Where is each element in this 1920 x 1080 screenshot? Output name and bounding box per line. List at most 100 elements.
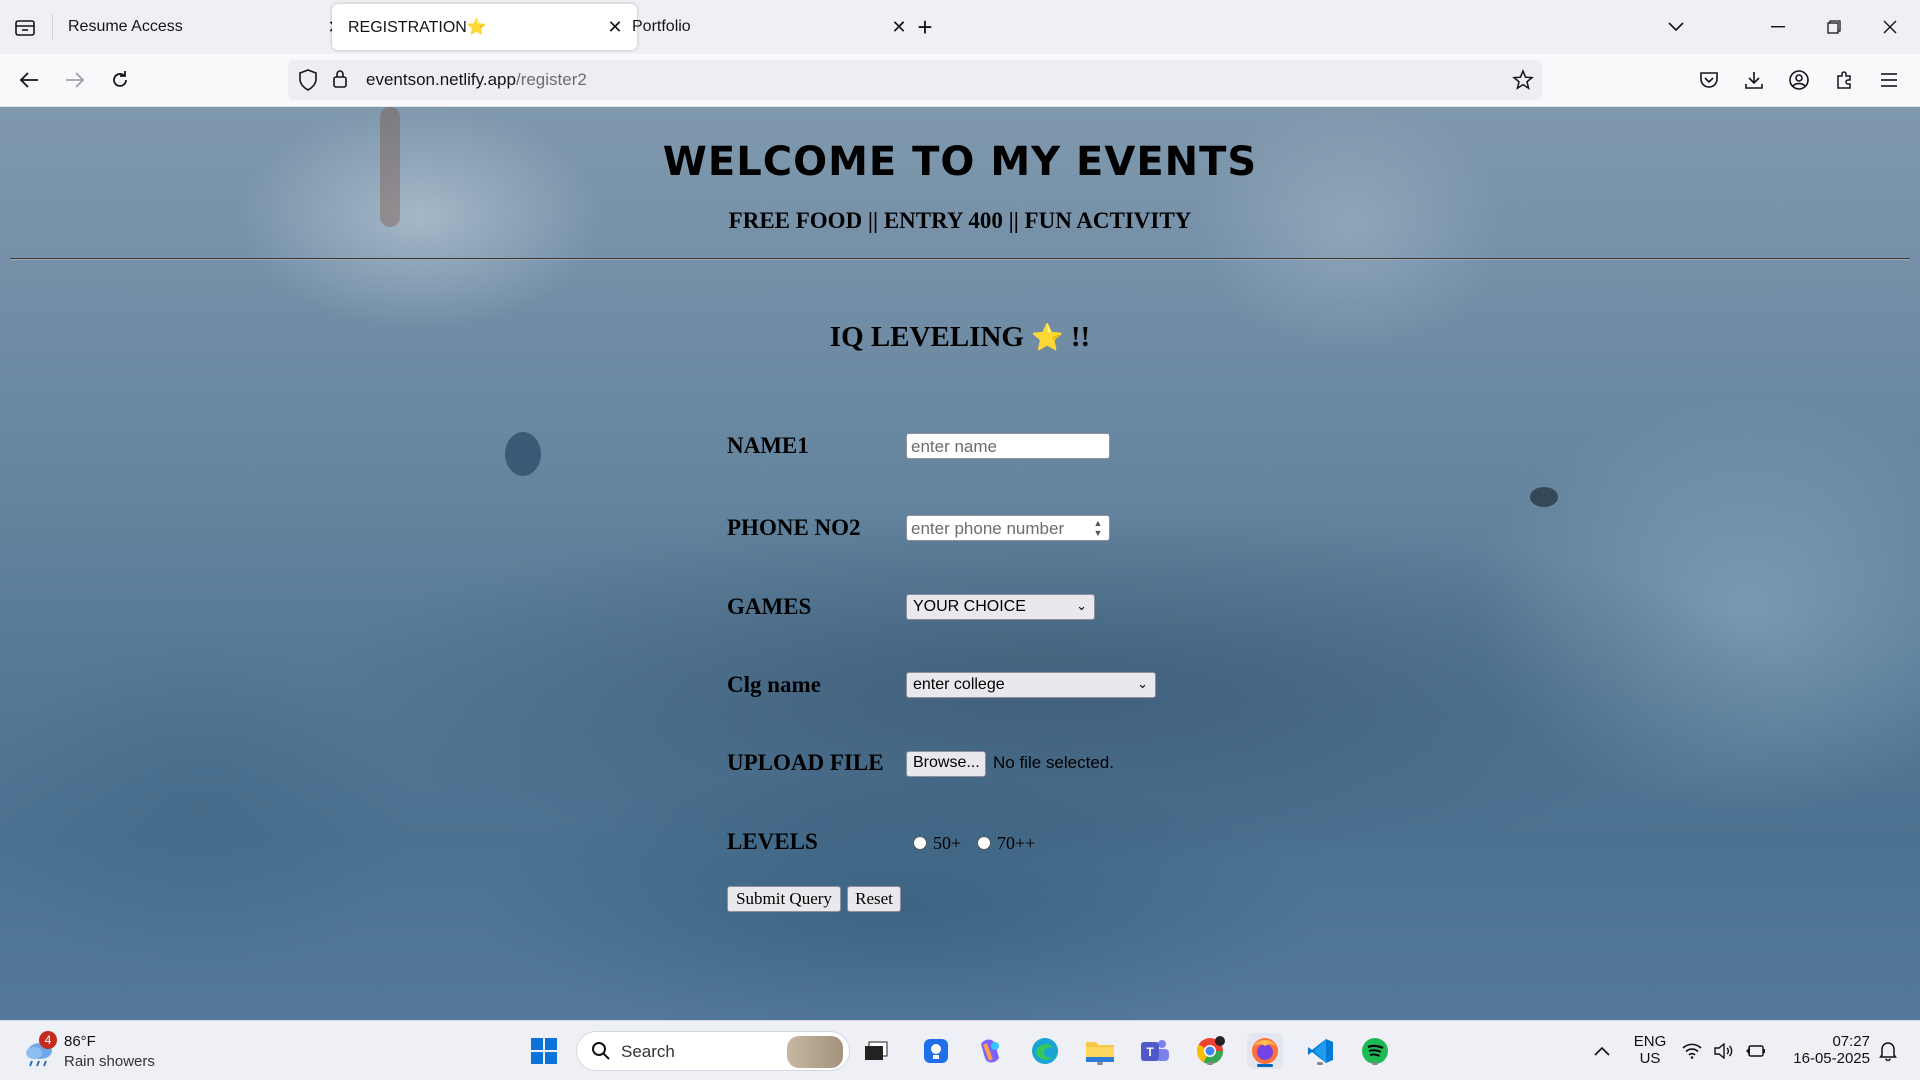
- chevron-down-icon[interactable]: [1654, 12, 1698, 42]
- url-bar[interactable]: eventson.netlify.app/register2: [288, 60, 1542, 100]
- tab-registration[interactable]: REGISTRATION⭐ ✕: [332, 4, 637, 50]
- games-label: GAMES: [727, 594, 812, 619]
- search-placeholder: Search: [621, 1042, 675, 1061]
- store-app-icon[interactable]: [918, 1033, 954, 1069]
- running-indicator: [1372, 1062, 1378, 1065]
- page-subtitle: FREE FOOD || ENTRY 400 || FUN ACTIVITY: [728, 208, 1192, 233]
- url-text[interactable]: eventson.netlify.app/register2: [366, 70, 587, 90]
- name-input[interactable]: enter name: [906, 433, 1110, 459]
- tab-resume-access[interactable]: Resume Access ✕: [52, 4, 357, 50]
- games-select[interactable]: YOUR CHOICE ⌄: [906, 594, 1095, 620]
- college-label: Clg name: [727, 672, 821, 697]
- college-selected-value: enter college: [913, 676, 1005, 693]
- reset-button[interactable]: Reset: [847, 886, 901, 912]
- name-label: NAME1: [727, 433, 809, 458]
- chevron-down-icon: ⌄: [1137, 676, 1148, 691]
- tab-title: Portfolio: [632, 18, 691, 35]
- edge-icon[interactable]: [1027, 1033, 1063, 1069]
- spotify-icon[interactable]: [1357, 1033, 1393, 1069]
- divider: [10, 258, 1910, 260]
- download-icon[interactable]: [1739, 65, 1769, 95]
- file-explorer-icon[interactable]: [1082, 1033, 1118, 1069]
- weather-widget[interactable]: 4 86°F Rain showers: [20, 1031, 180, 1073]
- minimize-icon[interactable]: [1756, 12, 1800, 42]
- number-spinner-icon[interactable]: ▲ ▼: [1091, 518, 1105, 538]
- forward-icon[interactable]: [60, 65, 90, 95]
- url-host: eventson.netlify.app: [366, 70, 516, 89]
- running-indicator: [1097, 1062, 1103, 1065]
- firefox-icon[interactable]: [1247, 1033, 1283, 1069]
- texture-stain: [505, 432, 541, 476]
- phone-label: PHONE NO2: [727, 515, 861, 540]
- language-indicator[interactable]: ENG US: [1630, 1033, 1670, 1067]
- active-indicator: [1257, 1064, 1273, 1067]
- texture-stain: [1530, 487, 1558, 507]
- submit-button[interactable]: Submit Query: [727, 886, 841, 912]
- page-title: WELCOME TO MY EVENTS: [662, 139, 1258, 185]
- levels-label: LEVELS: [727, 829, 818, 854]
- chrome-icon[interactable]: [1192, 1033, 1228, 1069]
- weather-temp: 86°F: [64, 1033, 96, 1050]
- phone-input[interactable]: enter phone number ▲ ▼: [906, 515, 1110, 541]
- star-bookmark-icon[interactable]: [1512, 69, 1534, 96]
- clock-time: 07:27: [1832, 1033, 1870, 1050]
- search-highlight-icon: [787, 1036, 843, 1068]
- star-icon: ⭐: [1031, 323, 1064, 352]
- close-window-icon[interactable]: [1868, 12, 1912, 42]
- tab-bar: Resume Access ✕ REGISTRATION⭐ ✕ Portfoli…: [0, 0, 1920, 54]
- level-radio-70[interactable]: [977, 836, 991, 850]
- pocket-icon[interactable]: [1694, 65, 1724, 95]
- taskbar-search[interactable]: Search: [576, 1031, 850, 1071]
- new-tab-icon[interactable]: +: [912, 12, 938, 42]
- no-file-text: No file selected.: [993, 753, 1114, 772]
- tab-title: REGISTRATION⭐: [348, 19, 487, 36]
- navigation-bar: eventson.netlify.app/register2: [0, 54, 1920, 107]
- search-icon: [591, 1041, 611, 1066]
- shield-icon[interactable]: [298, 69, 318, 96]
- close-icon[interactable]: ✕: [889, 17, 909, 37]
- task-view-icon[interactable]: [858, 1033, 894, 1069]
- section-title-text: IQ LEVELING: [829, 321, 1024, 353]
- clock-date: 16-05-2025: [1793, 1050, 1870, 1067]
- upload-label: UPLOAD FILE: [727, 750, 884, 775]
- vscode-icon[interactable]: [1302, 1033, 1338, 1069]
- wifi-icon[interactable]: [1680, 1033, 1704, 1069]
- svg-text:T: T: [1146, 1045, 1154, 1059]
- account-icon[interactable]: [1784, 65, 1814, 95]
- tab-portfolio[interactable]: Portfolio ✕: [616, 4, 921, 50]
- url-path: /register2: [515, 70, 587, 89]
- battery-icon[interactable]: [1744, 1033, 1768, 1069]
- level-option-label: 70++: [997, 833, 1036, 853]
- language-line1: ENG: [1633, 1033, 1667, 1050]
- language-line2: US: [1639, 1050, 1661, 1067]
- tab-list-icon[interactable]: [12, 15, 38, 39]
- notification-bell-icon[interactable]: [1876, 1033, 1900, 1069]
- volume-icon[interactable]: [1712, 1033, 1736, 1069]
- restore-icon[interactable]: [1812, 12, 1856, 42]
- section-title-suffix: !!: [1070, 321, 1091, 353]
- extensions-icon[interactable]: [1829, 65, 1859, 95]
- tab-title: Resume Access: [68, 18, 183, 35]
- weather-desc: Rain showers: [64, 1053, 155, 1070]
- running-indicator: [1317, 1062, 1323, 1065]
- chevron-down-icon: ⌄: [1076, 598, 1087, 613]
- level-radio-50[interactable]: [913, 836, 927, 850]
- windows-start-icon[interactable]: [526, 1033, 562, 1069]
- browse-button[interactable]: Browse...: [906, 751, 986, 777]
- section-title: IQ LEVELING ⭐ !!: [0, 321, 1920, 354]
- menu-icon[interactable]: [1874, 65, 1904, 95]
- running-indicator: [1207, 1062, 1213, 1065]
- copilot-icon[interactable]: [972, 1033, 1008, 1069]
- phone-placeholder: enter phone number: [911, 519, 1065, 538]
- lock-icon[interactable]: [332, 69, 348, 94]
- weather-badge: 4: [39, 1031, 57, 1049]
- clock[interactable]: 07:27 16-05-2025: [1780, 1033, 1870, 1067]
- reload-icon[interactable]: [105, 65, 135, 95]
- teams-icon[interactable]: T: [1137, 1033, 1173, 1069]
- chevron-up-icon[interactable]: [1584, 1033, 1620, 1069]
- back-icon[interactable]: [14, 65, 44, 95]
- name-placeholder: enter name: [911, 437, 997, 456]
- college-select[interactable]: enter college ⌄: [906, 672, 1156, 698]
- taskbar: 4 86°F Rain showers Search T ENG US 07:2…: [0, 1020, 1920, 1080]
- games-selected-value: YOUR CHOICE: [913, 598, 1026, 615]
